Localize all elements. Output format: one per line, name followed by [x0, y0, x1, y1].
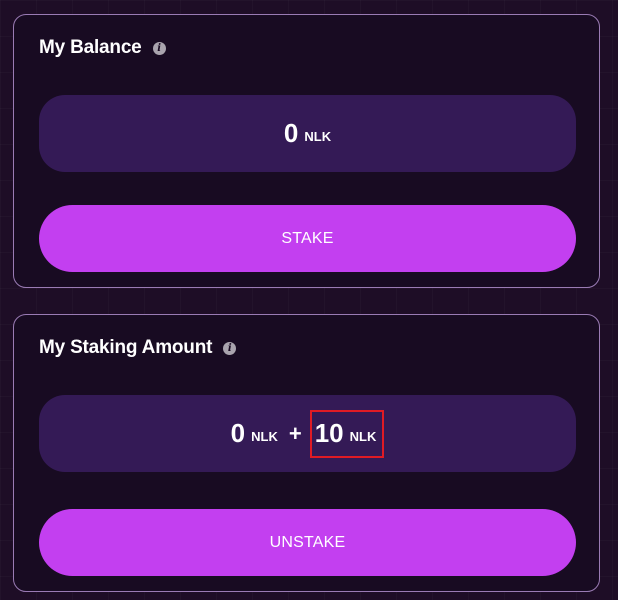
balance-amount: 0 [283, 118, 299, 148]
staking-amount: 0 [230, 418, 246, 448]
reward-highlight: 10 NLK [309, 409, 385, 458]
staking-value-box: 0 NLK + 10 NLK [39, 395, 576, 472]
balance-card: My Balance i 0 NLK STAKE [13, 14, 600, 288]
info-icon[interactable]: i [223, 341, 237, 355]
unstake-button[interactable]: UNSTAKE [39, 509, 576, 576]
plus-sign: + [288, 420, 302, 446]
reward-unit: NLK [349, 429, 377, 444]
balance-title: My Balance i [39, 37, 166, 59]
balance-title-text: My Balance [39, 37, 142, 58]
staking-title: My Staking Amount i [39, 337, 237, 359]
staking-title-text: My Staking Amount [39, 337, 213, 358]
balance-unit: NLK [304, 129, 332, 144]
balance-value-box: 0 NLK [39, 95, 576, 172]
reward-amount: 10 [314, 418, 344, 448]
stake-button[interactable]: STAKE [39, 205, 576, 272]
info-icon[interactable]: i [152, 41, 166, 55]
staking-card: My Staking Amount i 0 NLK + 10 NLK UNSTA… [13, 314, 600, 592]
staking-unit: NLK [251, 429, 278, 444]
